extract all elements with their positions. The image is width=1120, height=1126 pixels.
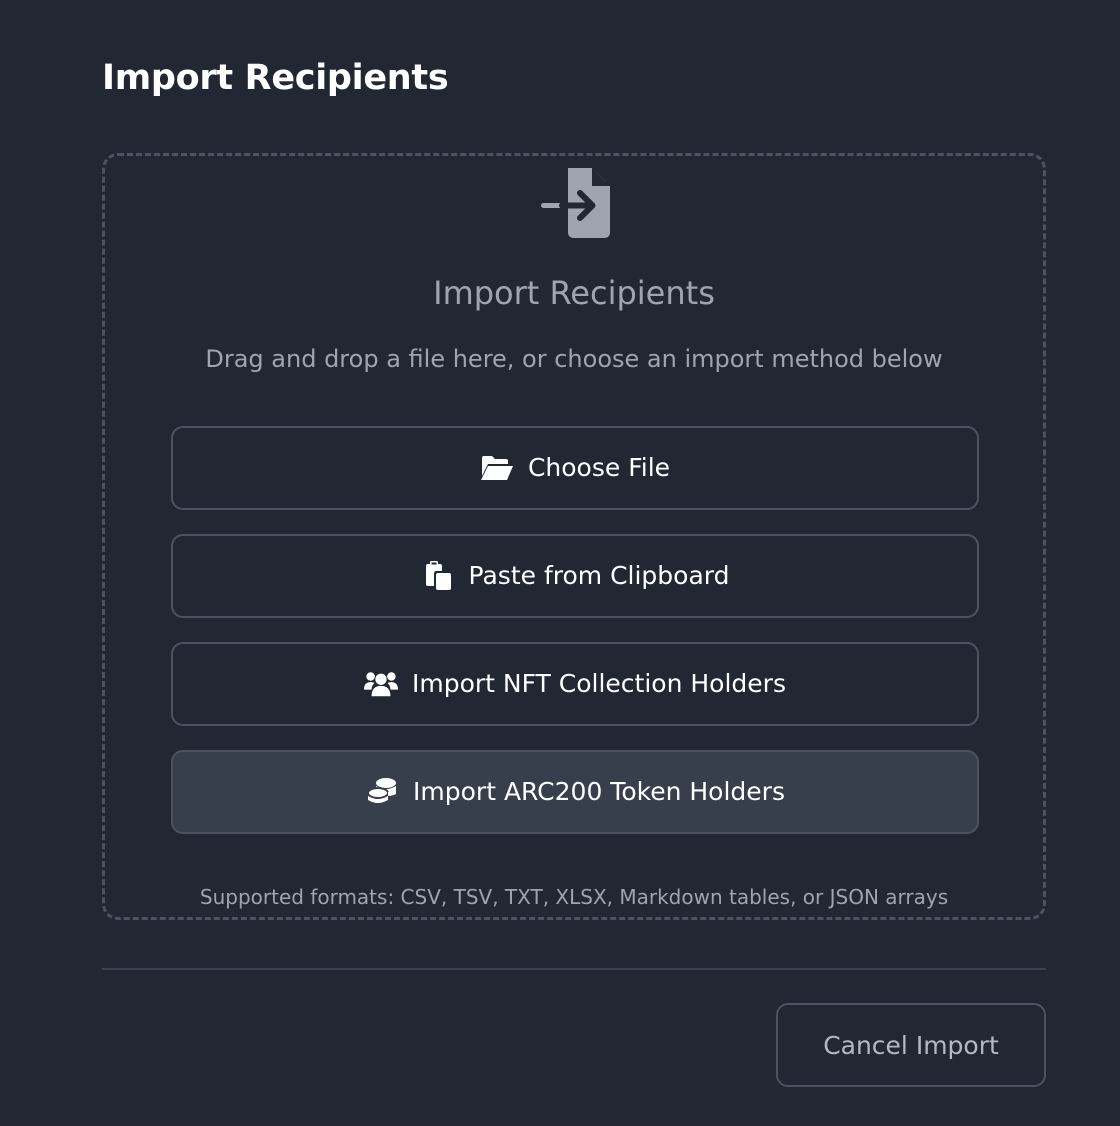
folder-open-icon (480, 453, 514, 483)
users-icon (364, 669, 398, 699)
import-arc200-holders-button[interactable]: Import ARC200 Token Holders (171, 750, 979, 834)
import-nft-holders-label: Import NFT Collection Holders (412, 669, 786, 698)
coins-icon (365, 777, 399, 807)
cancel-import-button[interactable]: Cancel Import (776, 1003, 1046, 1087)
choose-file-label: Choose File (527, 453, 671, 482)
paste-icon (421, 561, 455, 591)
file-import-icon (541, 168, 610, 238)
file-dropzone[interactable]: Import Recipients Drag and drop a file h… (102, 153, 1046, 920)
paste-clipboard-label: Paste from Clipboard (468, 561, 730, 590)
import-recipients-modal: Import Recipients Import Recipients Drag… (0, 0, 1120, 1126)
paste-clipboard-button[interactable]: Paste from Clipboard (171, 534, 979, 618)
choose-file-button[interactable]: Choose File (171, 426, 979, 510)
import-nft-holders-button[interactable]: Import NFT Collection Holders (171, 642, 979, 726)
modal-title: Import Recipients (102, 58, 449, 98)
dropzone-subtitle: Drag and drop a file here, or choose an … (205, 345, 943, 373)
import-arc200-holders-label: Import ARC200 Token Holders (413, 777, 785, 806)
supported-formats-text: Supported formats: CSV, TSV, TXT, XLSX, … (199, 885, 949, 909)
footer-divider (102, 968, 1046, 970)
dropzone-title: Import Recipients (433, 274, 715, 312)
